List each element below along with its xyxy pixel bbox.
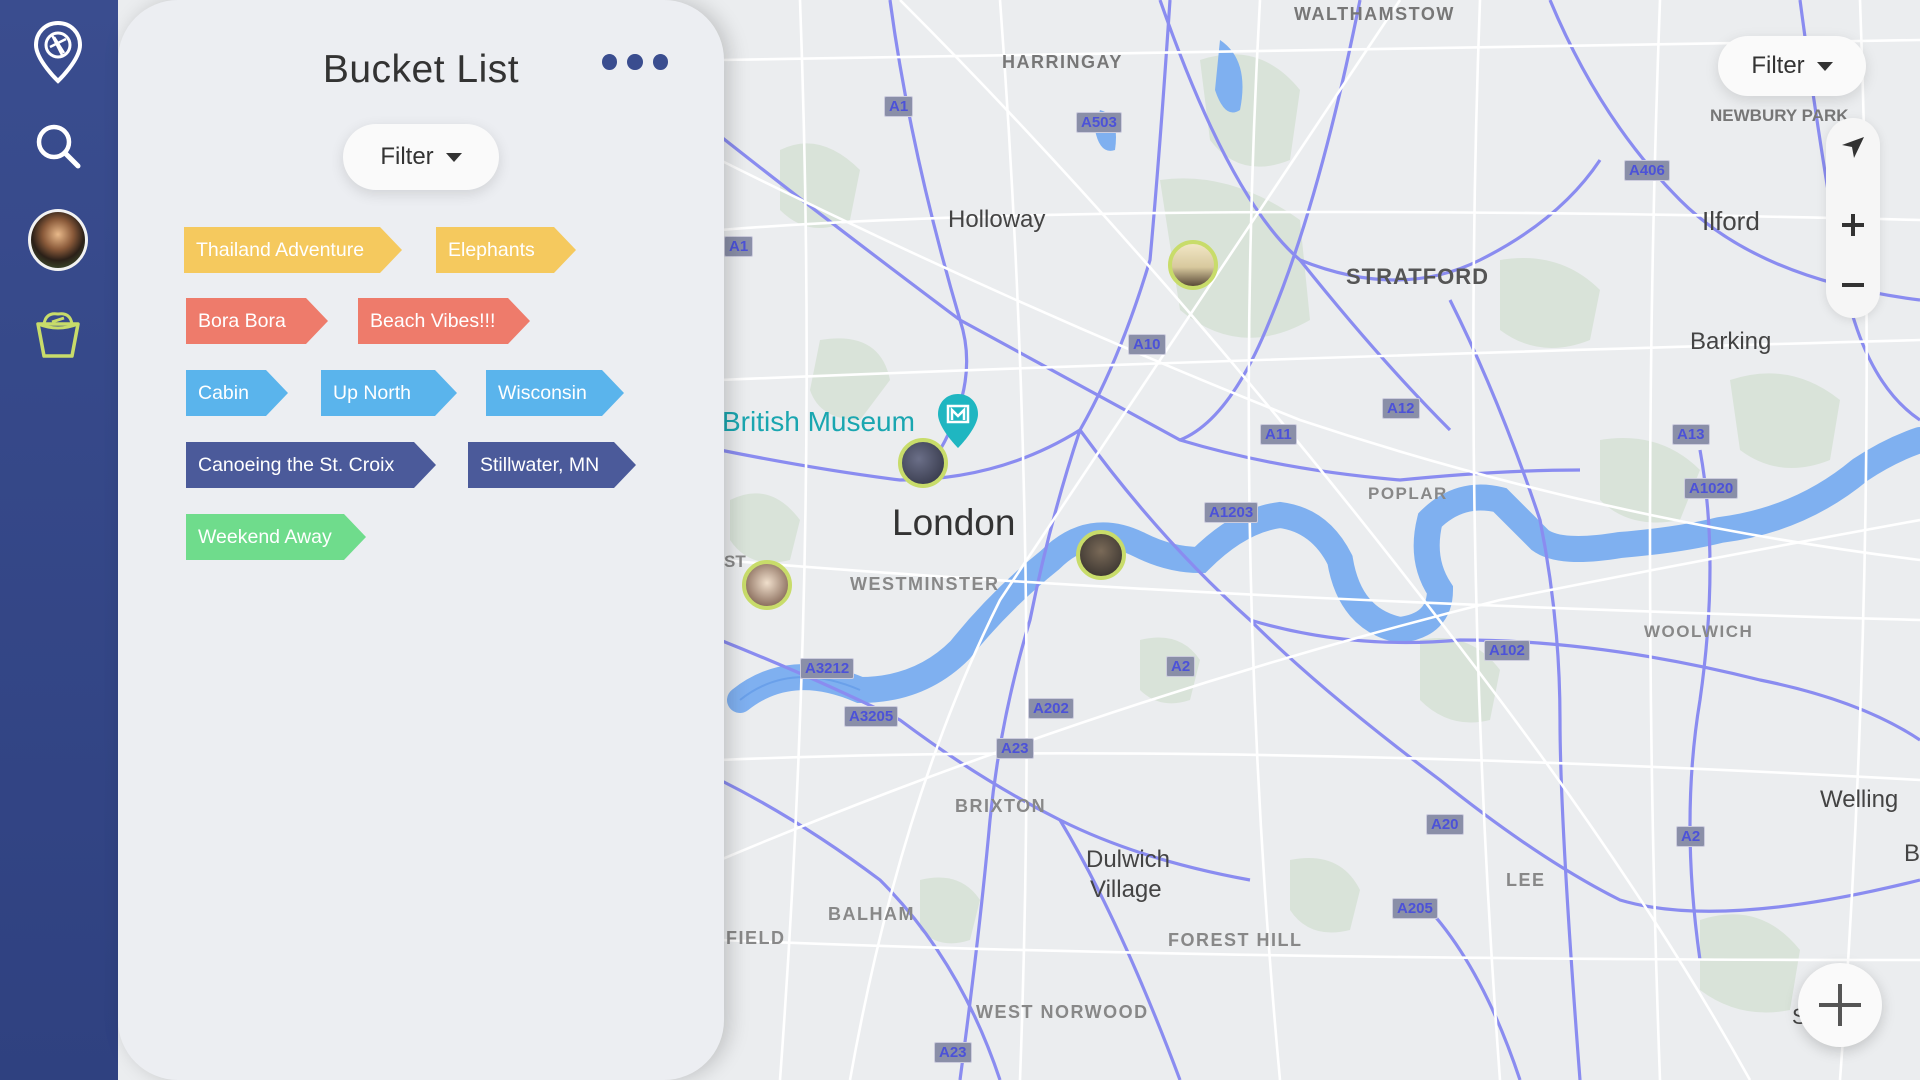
search-button[interactable]	[28, 116, 88, 176]
road-shield-a3212: A3212	[800, 658, 855, 679]
tag-canoeing-the-st-croix[interactable]: Canoeing the St. Croix	[186, 442, 436, 488]
chevron-down-icon	[1816, 61, 1833, 71]
map-label-forest-hill: FOREST HILL	[1168, 930, 1303, 950]
road-shield-a11: A11	[1260, 424, 1297, 445]
map-label-walthamstow: WALTHAMSTOW	[1294, 4, 1455, 24]
bucket-list-panel: Bucket List Filter Thailand Adventure El…	[118, 0, 724, 1080]
road-shield-a406: A406	[1624, 160, 1670, 181]
map-label-edge-b: B	[1904, 840, 1920, 867]
road-shield-a1203: A1203	[1204, 502, 1259, 523]
bucket-list-button[interactable]	[28, 304, 88, 364]
locate-button[interactable]	[1826, 120, 1880, 174]
road-shield-a2: A2	[1676, 826, 1706, 847]
map-label-barking: Barking	[1690, 328, 1772, 355]
tag-beach-vibes[interactable]: Beach Vibes!!!	[358, 298, 530, 344]
map-label-holloway: Holloway	[948, 206, 1046, 233]
road-shield-a2: A2	[1166, 656, 1196, 677]
map-label-ilford: Ilford	[1702, 206, 1760, 236]
add-button[interactable]	[1798, 963, 1882, 1047]
map-label-british-museum[interactable]: British Museum	[722, 406, 915, 438]
map-label-poplar: POPLAR	[1368, 484, 1448, 503]
road-shield-a1020: A1020	[1684, 478, 1739, 499]
map-label-balham: BALHAM	[828, 904, 915, 924]
map-label-field: FIELD	[726, 928, 786, 948]
map-label-dulwich-village: Village	[1090, 876, 1162, 903]
road-shield-a503: A503	[1076, 112, 1122, 133]
tag-up-north[interactable]: Up North	[321, 370, 457, 416]
road-shield-a23: A23	[934, 1042, 972, 1063]
map-label-lee: LEE	[1506, 870, 1546, 890]
road-shield-a205: A205	[1392, 898, 1438, 919]
photo-pin-north[interactable]	[1168, 240, 1218, 290]
road-shield-a1: A1	[884, 96, 914, 117]
camera-pin-button[interactable]	[28, 20, 88, 84]
zoom-in-button[interactable]	[1826, 198, 1880, 252]
tag-elephants[interactable]: Elephants	[436, 227, 576, 273]
tag-stillwater-mn[interactable]: Stillwater, MN	[468, 442, 636, 488]
road-shield-a202: A202	[1028, 698, 1074, 719]
tag-cabin[interactable]: Cabin	[186, 370, 288, 416]
map-label-westminster: WESTMINSTER	[850, 574, 1000, 594]
road-shield-a13: A13	[1672, 424, 1710, 445]
profile-button[interactable]	[28, 209, 88, 271]
road-shield-a3205: A3205	[844, 706, 899, 727]
map-filter-button[interactable]: Filter	[1718, 36, 1866, 96]
tag-wisconsin[interactable]: Wisconsin	[486, 370, 624, 416]
tag-thailand-adventure[interactable]: Thailand Adventure	[184, 227, 402, 273]
road-shield-a12: A12	[1382, 398, 1420, 419]
search-icon	[36, 124, 81, 169]
map-label-dulwich: Dulwich	[1086, 846, 1171, 873]
map-label-west-norwood: WEST NORWOOD	[976, 1002, 1149, 1022]
dot-icon	[652, 54, 668, 70]
map-label-welling: Welling	[1820, 786, 1899, 813]
road-shield-a10: A10	[1128, 334, 1166, 355]
map-label-edge-st: ST	[724, 552, 746, 571]
panel-filter-label: Filter	[380, 143, 434, 170]
map-label-london: London	[892, 502, 1016, 543]
photo-pin-london[interactable]	[898, 438, 948, 488]
plus-icon	[1819, 984, 1861, 1026]
photo-pin-west[interactable]	[742, 560, 792, 610]
photo-pin-southeast[interactable]	[1076, 530, 1126, 580]
map-controls	[1826, 118, 1880, 318]
navigation-arrow-icon	[1842, 137, 1864, 158]
tag-weekend-away[interactable]: Weekend Away	[186, 514, 366, 560]
road-shield-a20: A20	[1426, 814, 1464, 835]
museum-pin-icon[interactable]	[936, 392, 980, 450]
camera-pin-icon	[33, 20, 83, 84]
map-label-stratford: STRATFORD	[1346, 264, 1490, 289]
bucket-icon	[36, 312, 80, 358]
map-filter-label: Filter	[1751, 52, 1805, 79]
plus-icon	[1842, 214, 1864, 236]
dot-icon	[627, 54, 643, 70]
map-label-harringay: HARRINGAY	[1002, 52, 1123, 72]
avatar	[28, 209, 88, 271]
map-label-woolwich: WOOLWICH	[1644, 622, 1754, 641]
chevron-down-icon	[445, 152, 462, 162]
panel-filter-button[interactable]: Filter	[343, 124, 499, 190]
minus-icon	[1842, 283, 1864, 287]
sidebar	[0, 0, 118, 1080]
road-shield-a1: A1	[724, 236, 754, 257]
road-shield-a102: A102	[1484, 640, 1530, 661]
zoom-out-button[interactable]	[1826, 258, 1880, 312]
more-options-button[interactable]	[602, 54, 668, 72]
dot-icon	[602, 54, 618, 70]
tag-bora-bora[interactable]: Bora Bora	[186, 298, 328, 344]
map-label-brixton: BRIXTON	[955, 796, 1047, 816]
road-shield-a23: A23	[996, 738, 1034, 759]
